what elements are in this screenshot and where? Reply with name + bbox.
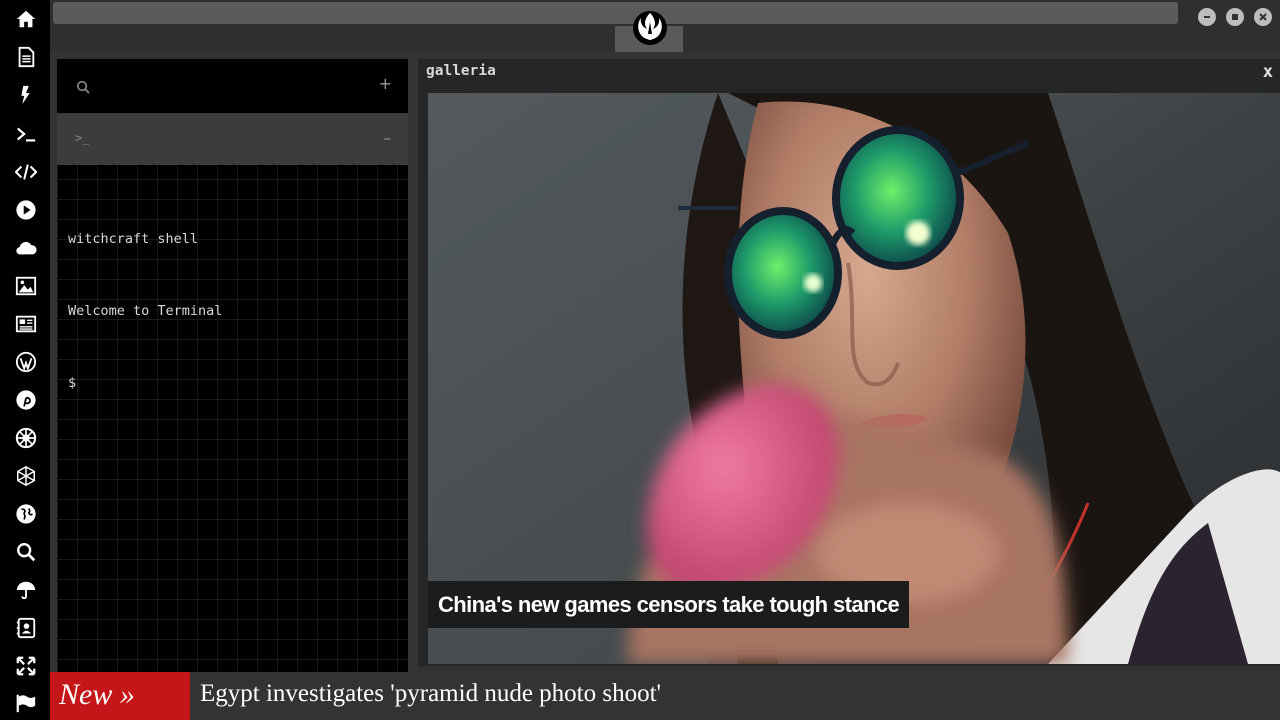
flag-icon[interactable] (14, 691, 38, 715)
home-icon[interactable] (14, 7, 38, 31)
bolt-icon[interactable] (14, 83, 38, 107)
ticker-label: New » (50, 672, 190, 720)
close-button[interactable] (1254, 8, 1272, 26)
wordpress-icon[interactable] (14, 350, 38, 374)
hexagon-network-icon[interactable] (14, 464, 38, 488)
terminal-line: Welcome to Terminal (68, 303, 223, 319)
globe-icon[interactable] (14, 502, 38, 526)
terminal-output[interactable]: witchcraft shell Welcome to Terminal $ (68, 179, 398, 443)
maximize-button[interactable] (1226, 8, 1244, 26)
expand-icon[interactable] (14, 654, 38, 678)
minimize-button[interactable] (1198, 8, 1216, 26)
code-icon[interactable] (14, 160, 38, 184)
app-dock (0, 0, 50, 720)
terminal-search-bar[interactable]: + (57, 59, 408, 113)
terminal-panel: + >_ – witchcraft shell Welcome to Termi… (57, 59, 408, 672)
empire-icon[interactable] (14, 426, 38, 450)
collapse-button[interactable]: – (384, 129, 392, 147)
terminal-icon[interactable] (14, 122, 38, 146)
ticker-headline[interactable]: Egypt investigates 'pyramid nude photo s… (200, 672, 661, 720)
gallery-close-button[interactable]: x (1263, 62, 1273, 82)
search-icon[interactable] (76, 79, 90, 94)
gallery-header: galleria x (418, 59, 1280, 89)
gallery-title: galleria (426, 63, 496, 79)
umbrella-icon[interactable] (14, 578, 38, 602)
terminal-tab[interactable]: >_ – (57, 113, 408, 165)
prompt-tab-label: >_ (75, 131, 90, 145)
gallery-panel: galleria x China's new games censors tak… (417, 59, 1280, 666)
address-bar[interactable] (53, 2, 1178, 24)
top-bar (50, 0, 1280, 52)
terminal-line: witchcraft shell (68, 231, 199, 247)
pinterest-icon[interactable] (14, 388, 38, 412)
gallery-photo[interactable] (428, 93, 1280, 664)
gallery-caption[interactable]: China's new games censors take tough sta… (428, 581, 910, 628)
add-session-button[interactable]: + (379, 74, 392, 93)
image-icon[interactable] (14, 274, 38, 298)
terminal-prompt: $ (68, 375, 77, 391)
play-icon[interactable] (14, 198, 38, 222)
rebel-alliance-icon (630, 8, 670, 48)
newspaper-icon[interactable] (14, 312, 38, 336)
document-icon[interactable] (14, 45, 38, 69)
contact-book-icon[interactable] (14, 616, 38, 640)
search-icon[interactable] (14, 540, 38, 564)
cloud-icon[interactable] (14, 236, 38, 260)
news-ticker: New » Egypt investigates 'pyramid nude p… (50, 672, 1280, 720)
